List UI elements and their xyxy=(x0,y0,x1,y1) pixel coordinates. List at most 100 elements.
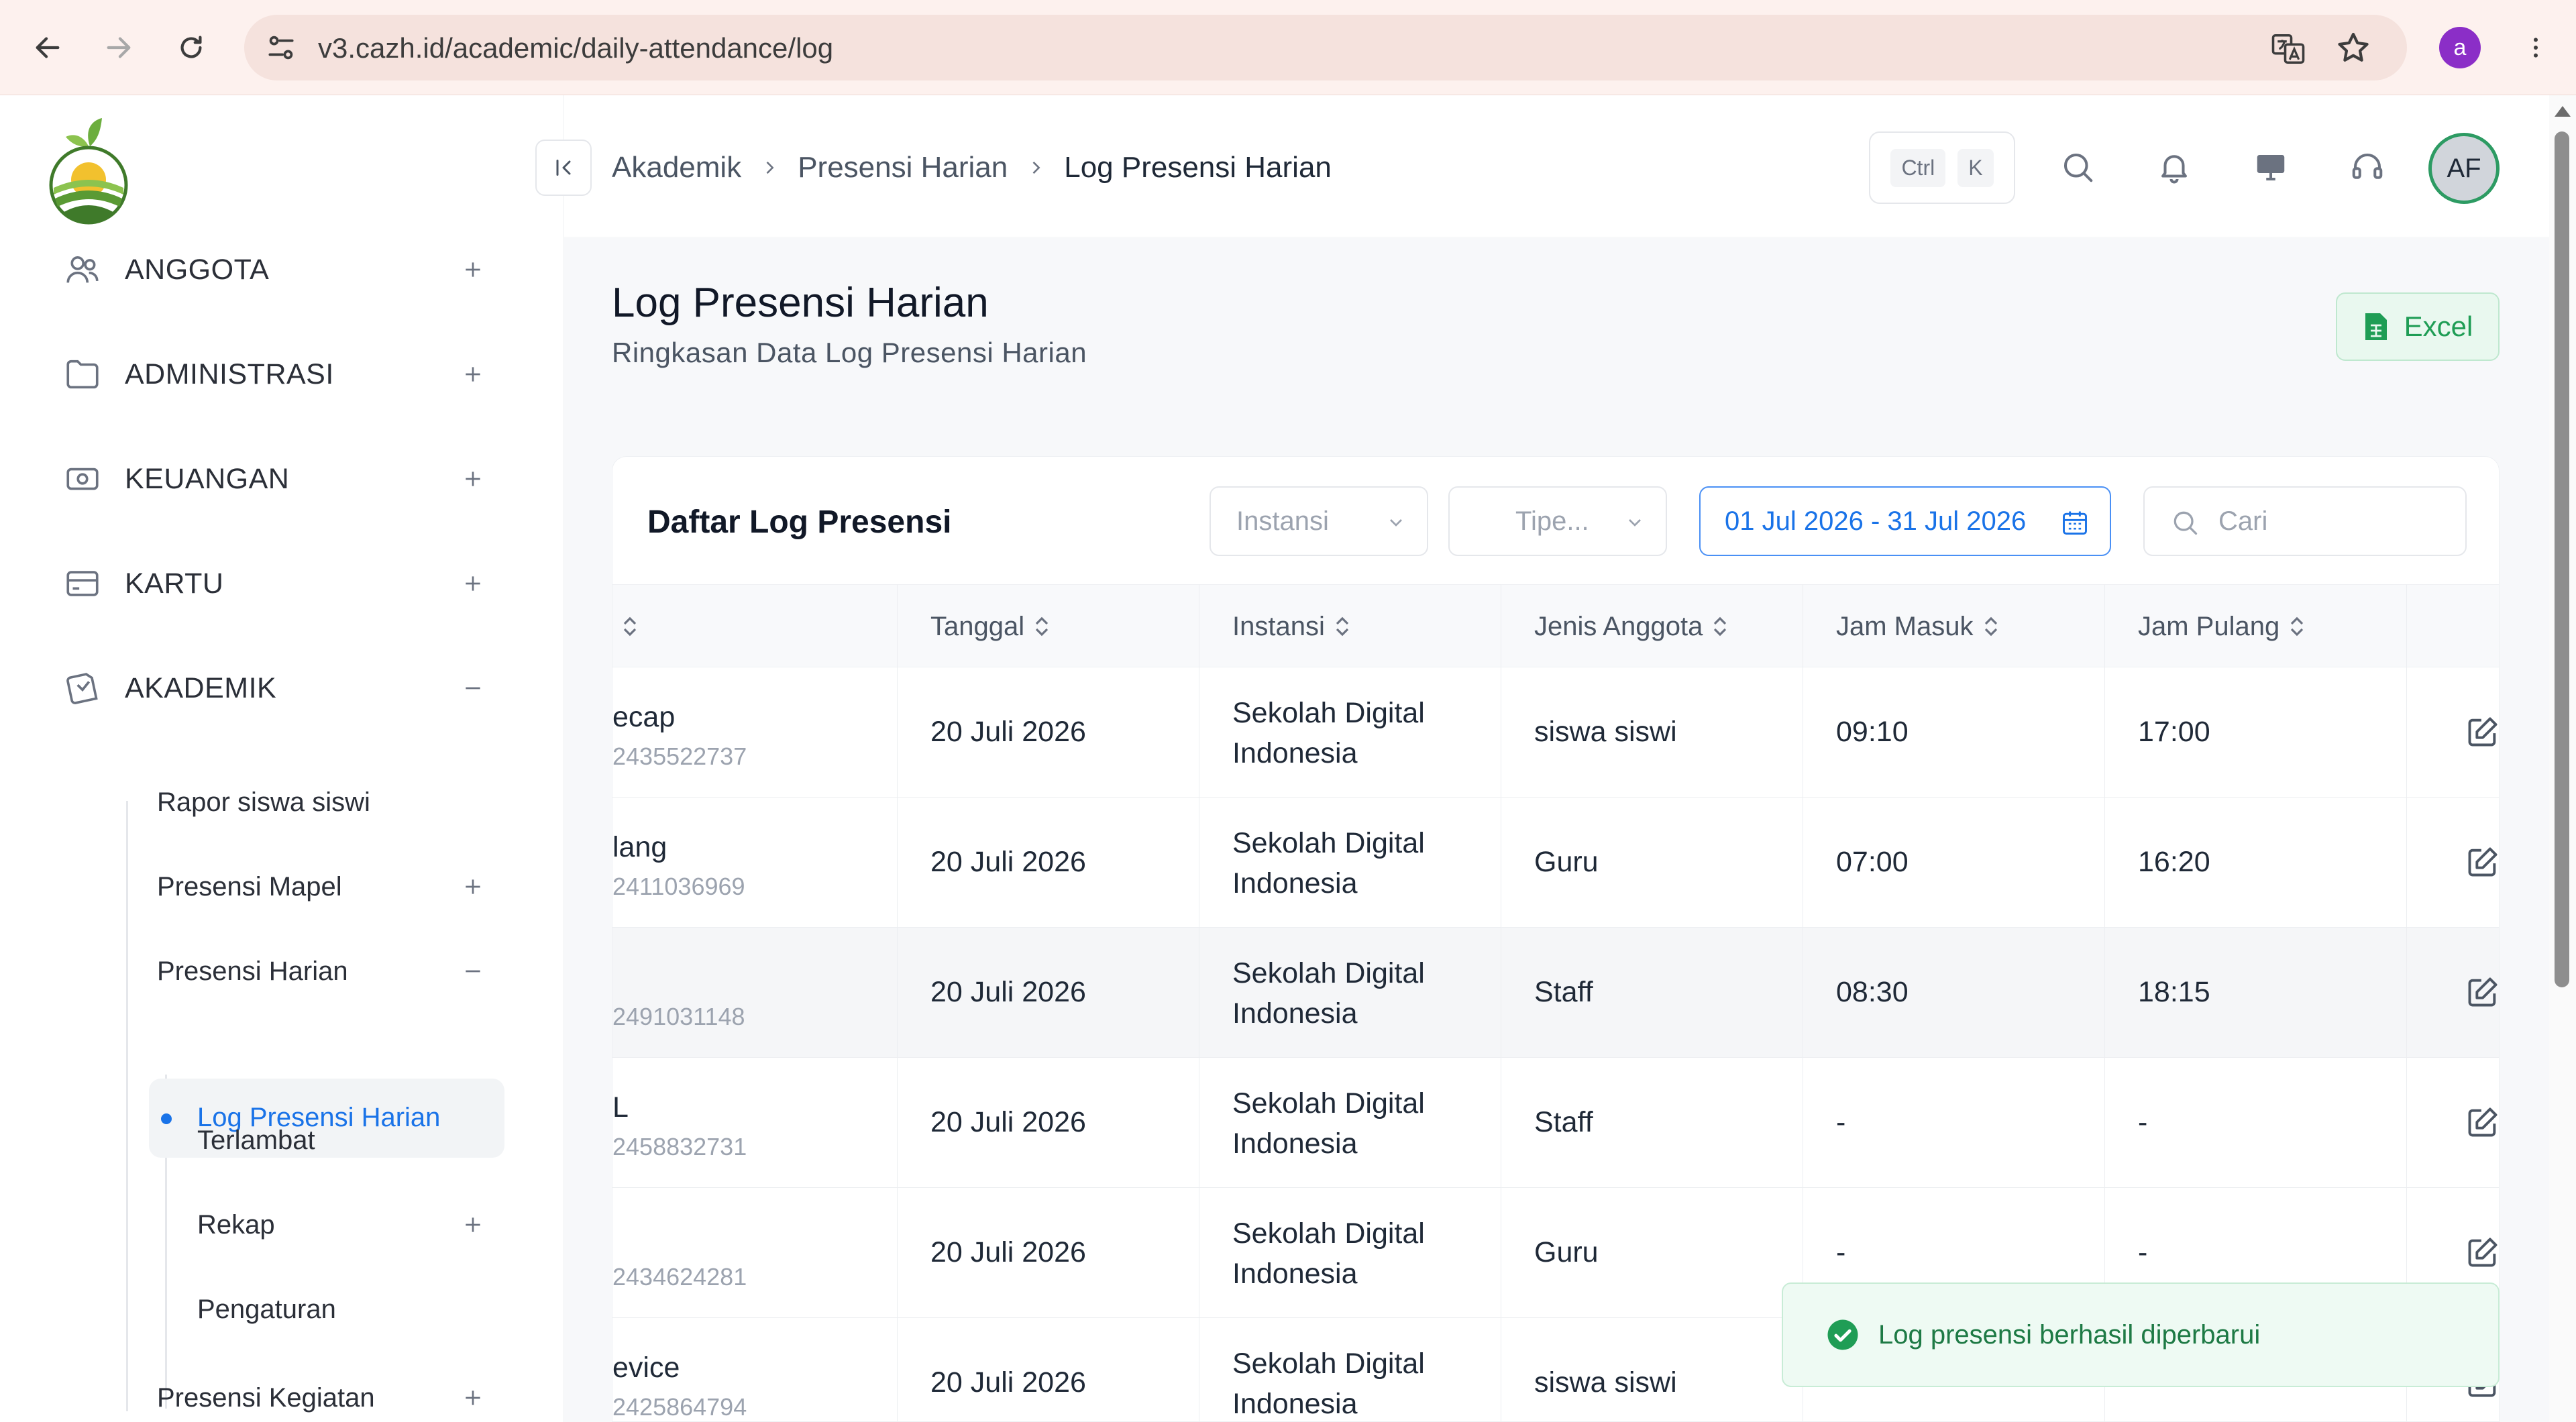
date-range-value: 01 Jul 2026 - 31 Jul 2026 xyxy=(1725,506,2027,536)
display-button[interactable] xyxy=(2247,144,2294,190)
instansi-cell: Indonesia xyxy=(1232,997,1358,1030)
scroll-up-arrow-icon[interactable] xyxy=(2553,103,2572,119)
plus-icon[interactable] xyxy=(456,870,490,904)
address-bar[interactable]: v3.cazh.id/academic/daily-attendance/log xyxy=(244,15,2407,80)
edit-icon[interactable] xyxy=(2465,844,2500,879)
sidebar-item-rekap[interactable]: Rekap xyxy=(197,1191,492,1258)
minus-icon[interactable] xyxy=(456,671,490,705)
check-circle-icon xyxy=(1827,1319,1858,1350)
active-indicator xyxy=(161,1113,172,1124)
member-name-cell: lang xyxy=(612,831,667,863)
site-settings-icon[interactable] xyxy=(264,31,298,64)
instansi-cell: Indonesia xyxy=(1232,737,1358,769)
search-placeholder: Cari xyxy=(2218,506,2268,536)
table-row[interactable]: lang 2411036969 20 Juli 2026 Sekolah Digita… xyxy=(612,798,2500,928)
breadcrumb-item[interactable]: Presensi Harian xyxy=(798,151,1008,184)
edit-icon[interactable] xyxy=(2465,714,2500,749)
more-vertical-icon xyxy=(2534,38,2538,58)
sidebar-menu-label: ADMINISTRASI xyxy=(125,358,334,390)
instansi-select[interactable]: Instansi xyxy=(1210,486,1428,556)
member-type-cell: siswa siswi xyxy=(1534,716,1677,748)
sidebar-menu-administrasi[interactable]: ADMINISTRASI xyxy=(60,347,490,401)
kbd-k: K xyxy=(1957,148,1994,187)
plus-icon[interactable] xyxy=(456,1208,490,1242)
collapse-sidebar-button[interactable] xyxy=(535,140,592,196)
sidebar-menu-kartu[interactable]: KARTU xyxy=(60,557,490,610)
check-in-cell: - xyxy=(1836,1236,1846,1268)
sort-icon xyxy=(1336,616,1348,637)
browser-profile-avatar[interactable]: a xyxy=(2439,27,2481,68)
edit-icon[interactable] xyxy=(2465,1235,2500,1270)
column-divider xyxy=(897,584,898,1421)
member-type-cell: Guru xyxy=(1534,846,1599,878)
check-out-cell: 18:15 xyxy=(2138,976,2210,1008)
column-header-instansi[interactable]: Instansi xyxy=(1232,585,1350,668)
command-palette-shortcut[interactable]: Ctrl K xyxy=(1869,131,2015,204)
minus-icon[interactable] xyxy=(456,954,490,988)
users-icon xyxy=(60,248,105,292)
edit-icon[interactable] xyxy=(2465,1105,2500,1140)
edit-icon[interactable] xyxy=(2465,975,2500,1009)
back-button[interactable] xyxy=(24,24,71,71)
sidebar-item-presensi-kegiatan[interactable]: Presensi Kegiatan xyxy=(157,1364,492,1422)
notifications-button[interactable] xyxy=(2151,144,2198,190)
card-icon xyxy=(60,561,105,606)
instansi-cell: Sekolah Digital xyxy=(1232,1087,1425,1119)
table-row[interactable]: L 2458832731 20 Juli 2026 Sekolah Digital In… xyxy=(612,1058,2500,1188)
plus-icon[interactable] xyxy=(456,253,490,286)
browser-menu-button[interactable] xyxy=(2512,24,2559,71)
tipe-select[interactable]: Tipe... xyxy=(1448,486,1667,556)
page-title: Log Presensi Harian xyxy=(612,280,989,326)
plus-icon[interactable] xyxy=(456,1381,490,1415)
check-in-cell: 07:00 xyxy=(1836,846,1909,878)
success-toast: Log presensi berhasil diperbarui xyxy=(1782,1282,2500,1387)
translate-icon[interactable] xyxy=(2270,31,2306,67)
plus-icon[interactable] xyxy=(456,567,490,600)
sidebar-menu-anggota[interactable]: ANGGOTA xyxy=(60,243,490,296)
date-cell: 20 Juli 2026 xyxy=(930,1366,1086,1399)
plus-icon[interactable] xyxy=(456,358,490,391)
sort-icon xyxy=(1984,616,1997,637)
sidebar-item-pengaturan[interactable]: Pengaturan xyxy=(197,1276,336,1343)
table-row[interactable]: 2491031148 20 Juli 2026 Sekolah Digital Ind… xyxy=(612,928,2500,1058)
reload-button[interactable] xyxy=(168,24,215,71)
support-button[interactable] xyxy=(2344,144,2391,190)
instansi-cell: Sekolah Digital xyxy=(1232,827,1425,859)
column-header-jenis-anggota[interactable]: Jenis Anggota xyxy=(1534,585,1728,668)
sidebar-item-label: Presensi Kegiatan xyxy=(157,1382,375,1413)
export-excel-button[interactable]: Excel xyxy=(2336,292,2500,361)
sidebar-item-terlambat[interactable]: Terlambat xyxy=(197,1107,315,1174)
column-header-jam-pulang[interactable]: Jam Pulang xyxy=(2138,585,2305,668)
user-avatar[interactable]: AF xyxy=(2428,133,2500,204)
sidebar-menu-akademik[interactable]: AKADEMIK xyxy=(60,661,490,715)
sidebar-item-label: Rapor siswa siswi xyxy=(157,787,370,817)
sidebar-item-presensi-harian[interactable]: Presensi Harian xyxy=(157,938,492,1005)
check-out-cell: - xyxy=(2138,1236,2148,1268)
folder-icon xyxy=(60,352,105,396)
member-id-cell: 2411036969 xyxy=(612,873,745,900)
column-header-partial[interactable] xyxy=(612,585,638,668)
date-range-picker[interactable]: 01 Jul 2026 - 31 Jul 2026 xyxy=(1699,486,2111,556)
table-row[interactable]: ecap 2435522737 20 Juli 2026 Sekolah Digita… xyxy=(612,667,2500,798)
sidebar-item-rapor[interactable]: Rapor siswa siswi xyxy=(157,769,370,836)
excel-label: Excel xyxy=(2404,311,2473,342)
sidebar-item-presensi-mapel[interactable]: Presensi Mapel xyxy=(157,853,492,920)
breadcrumb-item[interactable]: Akademik xyxy=(612,151,741,184)
plus-icon[interactable] xyxy=(456,462,490,496)
forward-button[interactable] xyxy=(95,24,142,71)
academic-icon xyxy=(60,666,105,710)
url-text[interactable]: v3.cazh.id/academic/daily-attendance/log xyxy=(318,32,833,64)
sort-icon xyxy=(623,616,637,637)
column-header-tanggal[interactable]: Tanggal xyxy=(930,585,1050,668)
search-input[interactable]: Cari xyxy=(2143,486,2467,556)
app-logo[interactable] xyxy=(44,113,134,225)
sidebar-menu-label: AKADEMIK xyxy=(125,671,277,704)
member-id-cell: 2434624281 xyxy=(612,1263,747,1291)
bookmark-star-icon[interactable] xyxy=(2334,30,2372,67)
collapse-left-icon xyxy=(556,160,571,176)
chevron-down-icon xyxy=(1629,519,1641,527)
column-header-jam-masuk[interactable]: Jam Masuk xyxy=(1836,585,1999,668)
sidebar-menu-keuangan[interactable]: KEUANGAN xyxy=(60,452,490,506)
scrollbar-thumb[interactable] xyxy=(2555,131,2569,987)
search-button[interactable] xyxy=(2054,144,2101,190)
